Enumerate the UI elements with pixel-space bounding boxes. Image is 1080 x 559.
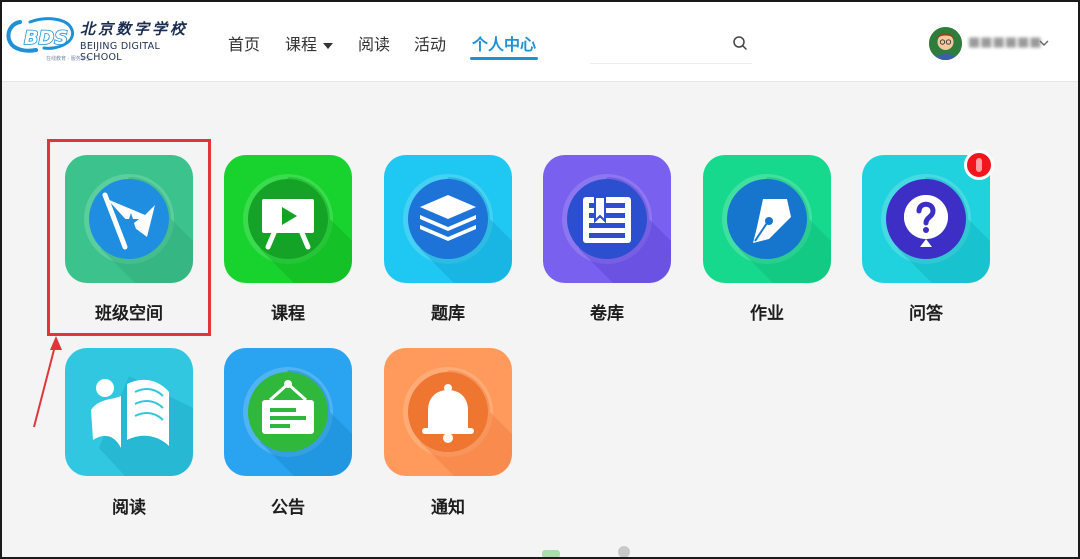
app-notifications[interactable] <box>384 348 512 476</box>
app-notifications-label[interactable]: 通知 <box>384 493 512 518</box>
app-homework[interactable] <box>703 155 831 283</box>
app-question-bank-label[interactable]: 题库 <box>384 299 512 324</box>
app-homework-label[interactable]: 作业 <box>703 299 831 324</box>
app-announcements-label[interactable]: 公告 <box>224 493 352 518</box>
top-header: BDS 北京数字学校 BEIJING DIGITAL SCHOOL 在线教育 ·… <box>0 0 1080 82</box>
app-exam-bank-label[interactable]: 卷库 <box>543 299 671 324</box>
layers-icon <box>384 155 512 283</box>
app-question-bank[interactable] <box>384 155 512 283</box>
pen-icon <box>703 155 831 283</box>
nav-reading[interactable]: 阅读 <box>358 31 390 57</box>
app-reading-label[interactable]: 阅读 <box>65 493 193 518</box>
reader-book-icon <box>65 348 193 476</box>
logo-name-cn: 北京数字学校 <box>80 20 189 38</box>
search-box <box>590 24 752 64</box>
app-courses[interactable] <box>224 155 352 283</box>
app-exam-bank[interactable] <box>543 155 671 283</box>
nav-activities-label: 活动 <box>414 35 447 54</box>
app-class-space-label[interactable]: 班级空间 <box>65 299 193 324</box>
app-q-and-a-label[interactable]: 问答 <box>862 299 990 324</box>
user-avatar-icon[interactable] <box>929 27 962 60</box>
app-courses-label[interactable]: 课程 <box>224 299 352 324</box>
user-name[interactable]: ■■■■■■ <box>968 35 1042 50</box>
search-input[interactable] <box>590 30 720 56</box>
bell-icon <box>384 348 512 476</box>
search-icon[interactable] <box>732 35 748 51</box>
nav-home-label: 首页 <box>228 35 261 54</box>
annotation-arrow-icon <box>33 336 62 428</box>
nav-courses-label: 课程 <box>285 35 318 54</box>
nav-personal-center-label: 个人中心 <box>472 35 537 54</box>
nav-reading-label: 阅读 <box>358 35 391 54</box>
notice-board-icon <box>224 348 352 476</box>
svg-text:BDS: BDS <box>24 27 68 49</box>
chevron-down-icon[interactable] <box>1038 38 1050 48</box>
logo-name-en: BEIJING DIGITAL SCHOOL <box>80 41 161 63</box>
caret-down-icon <box>323 42 334 49</box>
nav-courses[interactable]: 课程 <box>285 31 334 57</box>
flag-icon <box>65 155 193 283</box>
bookshelf-icon <box>543 155 671 283</box>
app-announcements[interactable] <box>224 348 352 476</box>
nav-activities[interactable]: 活动 <box>414 31 446 57</box>
nav-personal-center[interactable]: 个人中心 <box>469 31 539 60</box>
nav-home[interactable]: 首页 <box>228 31 260 57</box>
site-logo[interactable]: BDS 北京数字学校 BEIJING DIGITAL SCHOOL 在线教育 ·… <box>6 12 196 64</box>
notification-badge <box>964 150 994 180</box>
app-reading[interactable] <box>65 348 193 476</box>
partial-icon <box>542 546 630 558</box>
app-class-space[interactable] <box>65 155 193 283</box>
logo-tagline: 在线教育 · 服务学生 <box>46 56 91 62</box>
presentation-board-icon <box>224 155 352 283</box>
